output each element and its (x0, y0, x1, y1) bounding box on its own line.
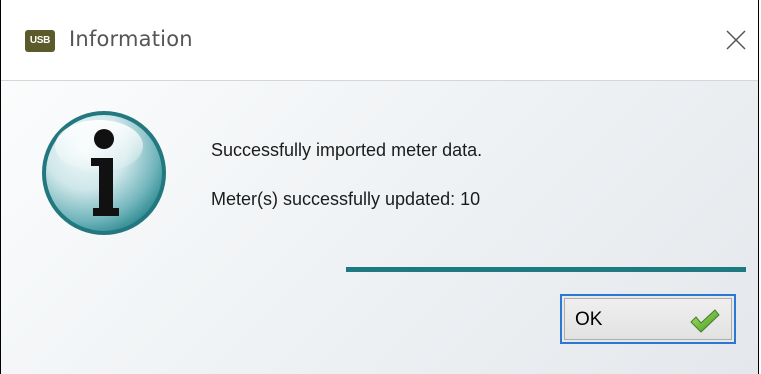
title-bar[interactable]: USB Information (1, 0, 758, 81)
info-icon (42, 111, 166, 235)
dialog-content: Successfully imported meter data. Meter(… (1, 81, 758, 374)
information-dialog: USB Information Successfully imported me… (0, 0, 759, 374)
ok-button-label: OK (575, 309, 603, 330)
ok-button[interactable]: OK (560, 294, 736, 344)
checkmark-icon (690, 309, 720, 333)
message-line-1: Successfully imported meter data. (211, 140, 483, 160)
app-usb-icon: USB (25, 30, 55, 52)
close-button[interactable] (714, 18, 758, 62)
progress-bar (346, 267, 746, 272)
progress-fill (346, 267, 746, 272)
dialog-title: Information (69, 27, 193, 51)
ok-button-face: OK (564, 298, 732, 340)
close-icon (726, 30, 746, 50)
message-line-2: Meter(s) successfully updated: 10 (211, 189, 481, 209)
